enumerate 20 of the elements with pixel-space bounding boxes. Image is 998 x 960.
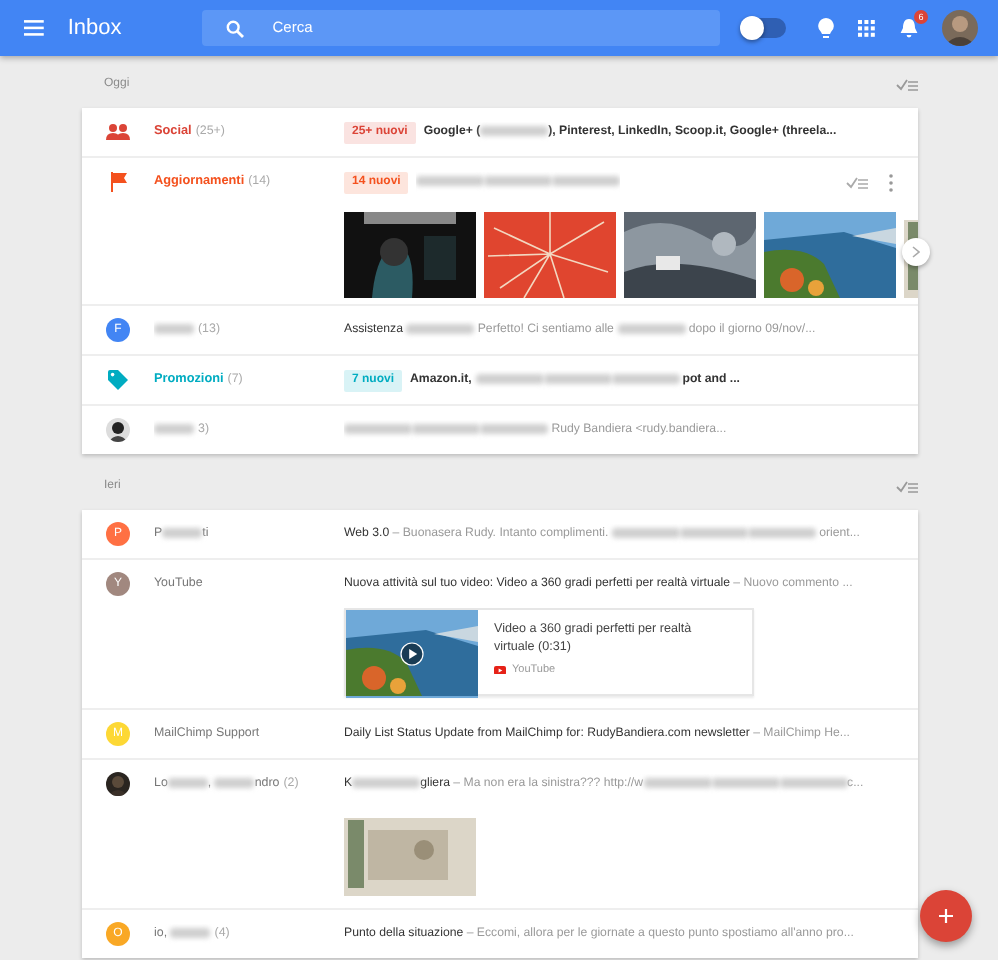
menu-icon[interactable] — [24, 20, 44, 36]
more-options-icon[interactable] — [888, 173, 894, 191]
search-icon — [226, 19, 245, 37]
pin-toggle[interactable] — [742, 18, 786, 38]
sender-name — [154, 320, 194, 340]
compose-button[interactable] — [920, 890, 972, 942]
chevron-icon — [912, 246, 920, 258]
lightbulb-icon[interactable] — [818, 18, 834, 38]
done-all-icon[interactable] — [846, 175, 868, 189]
plus-icon — [938, 908, 954, 924]
bell-icon[interactable] — [900, 18, 918, 38]
profile-avatar[interactable] — [942, 10, 978, 46]
next-arrow-button[interactable] — [902, 238, 930, 266]
video-logo-icon — [494, 665, 506, 674]
apps-grid-icon[interactable] — [858, 19, 876, 37]
done-all-icon[interactable] — [896, 479, 918, 493]
play-icon[interactable] — [400, 642, 424, 666]
app-title: Inbox — [67, 13, 124, 44]
sender-name — [154, 420, 194, 440]
done-all-icon[interactable] — [896, 77, 918, 91]
